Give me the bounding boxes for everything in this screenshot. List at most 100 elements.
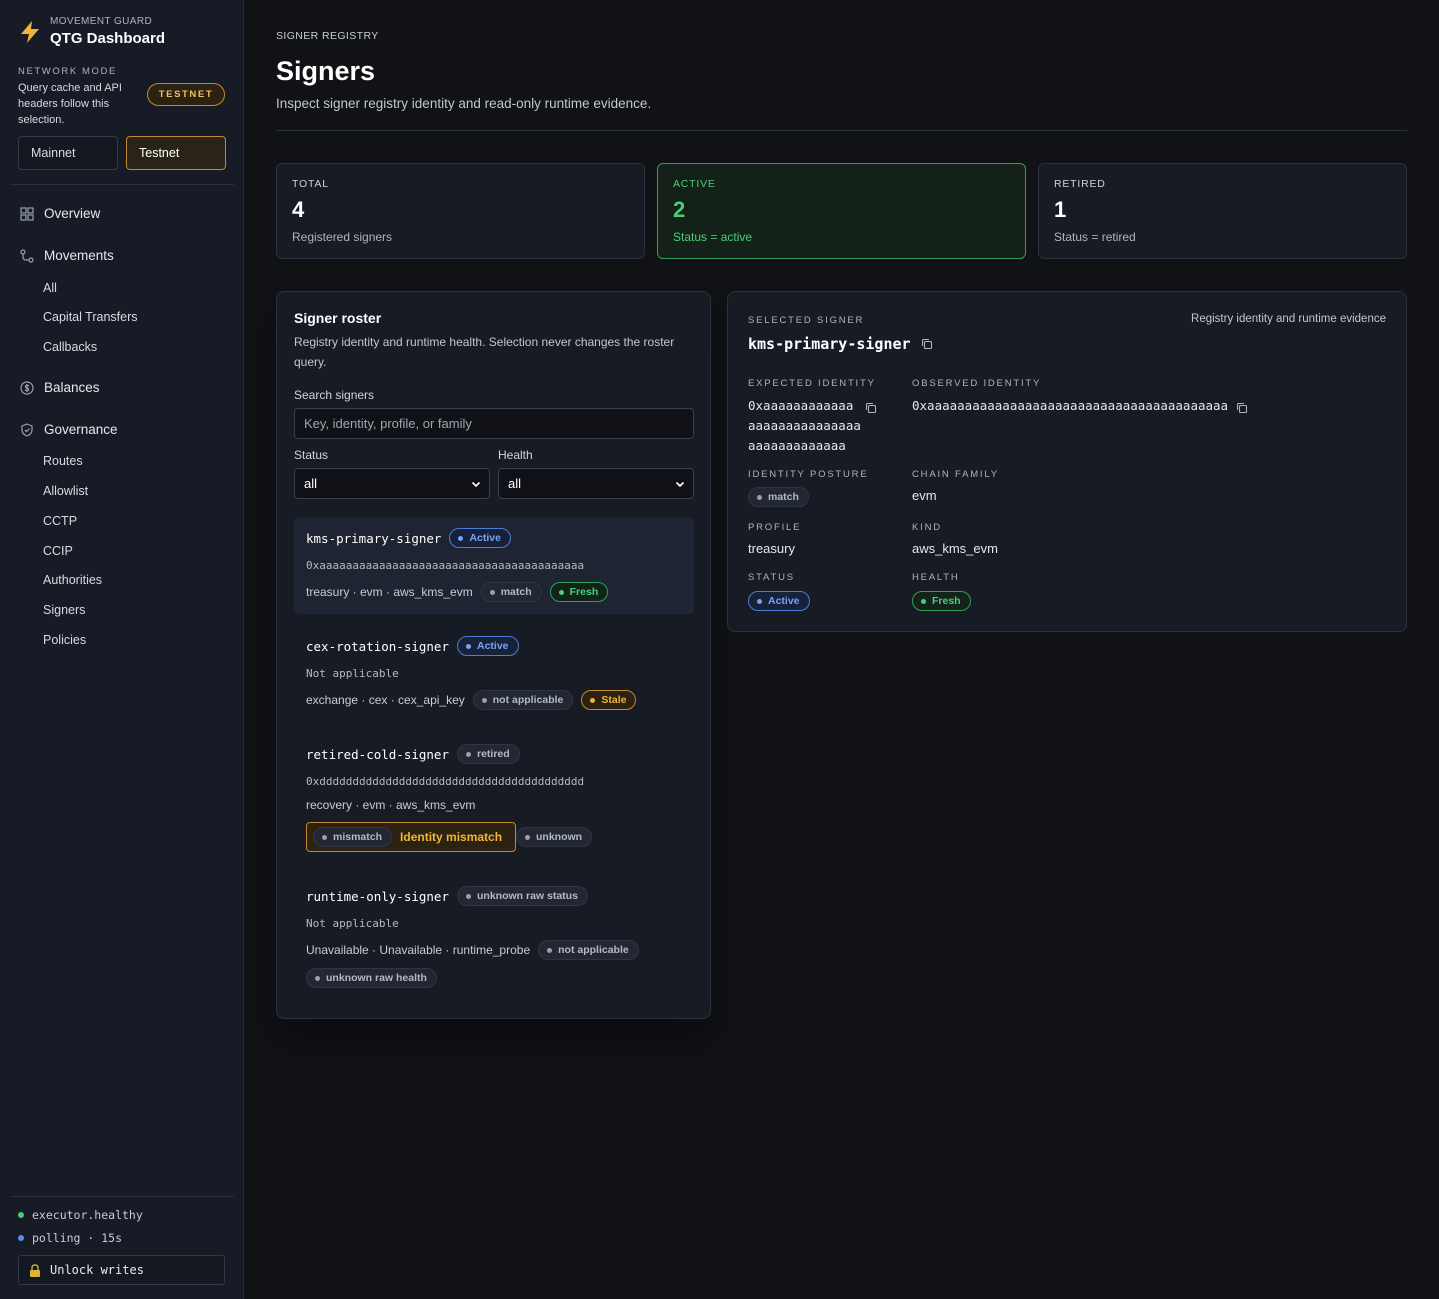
signer-roster-panel: Signer roster Registry identity and runt… (276, 291, 711, 1019)
copy-icon[interactable] (1236, 402, 1248, 414)
posture-badge: not applicable (472, 690, 574, 710)
stat-active-label: ACTIVE (673, 178, 716, 190)
selected-signer-note: Registry identity and runtime evidence (1191, 313, 1386, 325)
unlock-writes-button[interactable]: Unlock writes (18, 1255, 225, 1285)
page-title: Signers (276, 56, 376, 86)
status-badge: retired (457, 744, 520, 764)
status-badge: unknown raw status (457, 886, 588, 906)
nav-policies[interactable]: Policies (43, 633, 86, 647)
current-network-badge: TESTNET (147, 83, 225, 106)
health-badge-text: Fresh (932, 595, 961, 607)
nav-movements-all[interactable]: All (43, 281, 57, 295)
nav-authorities[interactable]: Authorities (43, 573, 102, 587)
signer-meta: exchange · cex · cex_api_key not applica… (306, 690, 637, 710)
expected-identity-value: 0xaaaaaaaaaaaa aaaaaaaaaaaaaaa aaaaaaaaa… (748, 396, 861, 456)
sidebar-footer-divider (10, 1196, 234, 1197)
signer-meta-text: exchange · cex · cex_api_key (306, 693, 465, 707)
route-icon (20, 248, 34, 263)
signer-meta: Unavailable · Unavailable · runtime_prob… (306, 940, 639, 960)
copy-icon[interactable] (921, 338, 933, 350)
nav-callbacks[interactable]: Callbacks (43, 340, 97, 354)
health-badge: Fresh (549, 582, 609, 602)
posture-badge-text: not applicable (558, 944, 629, 956)
health-badge-text: unknown raw health (326, 972, 427, 984)
signer-name: cex-rotation-signer Active (306, 636, 519, 656)
health-filter-value: all (508, 476, 522, 491)
lightning-bolt-icon (21, 20, 39, 43)
profile-label: PROFILE (748, 522, 802, 533)
network-mode-description: Query cache and API headers follow this … (18, 82, 122, 126)
signer-meta-text: Unavailable · Unavailable · runtime_prob… (306, 943, 531, 957)
profile-value: treasury (748, 541, 795, 556)
posture-badge-text: match (500, 586, 532, 598)
identity-mismatch-text: Identity mismatch (400, 830, 503, 844)
status-label: STATUS (748, 572, 795, 583)
stat-total-label: TOTAL (292, 178, 329, 190)
brand[interactable]: MOVEMENT GUARD QTG Dashboard (18, 16, 165, 47)
nav-movements[interactable]: Movements (20, 248, 114, 263)
polling-text: polling · 15s (32, 1231, 123, 1245)
posture-badge: not applicable (538, 940, 639, 960)
posture-badge-text: not applicable (492, 694, 564, 706)
posture-badge: mismatch (313, 827, 393, 847)
mainnet-button[interactable]: Mainnet (18, 136, 118, 170)
status-badge-text: Active (469, 532, 501, 544)
testnet-button[interactable]: Testnet (126, 136, 226, 170)
signer-meta-text: treasury · evm · aws_kms_evm (306, 585, 473, 599)
search-input[interactable] (294, 408, 694, 439)
expected-identity-line: aaaaaaaaaaaaaaa (748, 418, 861, 433)
health-badge: Fresh (912, 591, 971, 611)
nav-routes[interactable]: Routes (43, 454, 83, 468)
status-dot (18, 1212, 24, 1218)
roster-title: Signer roster (294, 310, 382, 326)
roster-description: Registry identity and runtime health. Se… (294, 335, 675, 369)
stat-retired-desc: Status = retired (1054, 230, 1136, 244)
brand-eyebrow: MOVEMENT GUARD (50, 16, 153, 27)
chevron-down-icon (471, 481, 481, 487)
observed-identity-label: OBSERVED IDENTITY (912, 378, 1042, 389)
polling-status: polling · 15s (18, 1231, 122, 1245)
network-mode: NETWORK MODE Query cache and API headers… (18, 66, 225, 128)
executor-status-text: executor.healthy (32, 1208, 143, 1222)
observed-identity-value: 0xaaaaaaaaaaaaaaaaaaaaaaaaaaaaaaaaaaaaaa… (912, 398, 1229, 413)
coin-icon (20, 380, 34, 395)
copy-icon[interactable] (865, 402, 877, 414)
signer-name-text: cex-rotation-signer (306, 638, 449, 654)
signer-name-text: retired-cold-signer (306, 746, 449, 762)
stat-retired-value: 1 (1054, 197, 1067, 222)
status-filter-select[interactable]: all (294, 468, 490, 499)
unlock-writes-label: Unlock writes (50, 1263, 144, 1277)
signer-row-cex-rotation[interactable]: cex-rotation-signer Active Not applicabl… (294, 625, 694, 715)
health-filter-select[interactable]: all (498, 468, 694, 499)
stat-active-desc: Status = active (673, 230, 753, 244)
signer-meta-text: recovery · evm · aws_kms_evm (306, 798, 476, 812)
nav-overview[interactable]: Overview (20, 206, 100, 221)
signer-row-kms-primary[interactable]: kms-primary-signer Active 0xaaaaaaaaaaaa… (294, 517, 694, 614)
nav-capital-transfers[interactable]: Capital Transfers (43, 310, 137, 324)
health-badge: Stale (581, 690, 637, 710)
health-badge: unknown raw health (306, 968, 437, 988)
signer-name-text: kms-primary-signer (306, 530, 442, 546)
shield-icon (21, 422, 33, 437)
signer-meta: treasury · evm · aws_kms_evm match Fresh (306, 582, 609, 602)
nav-allowlist[interactable]: Allowlist (43, 484, 88, 498)
nav-cctp[interactable]: CCTP (43, 514, 77, 528)
status-filter-value: all (304, 476, 318, 491)
nav-balances-label: Balances (44, 380, 100, 395)
status-badge-text: unknown raw status (477, 890, 578, 902)
signer-identity: 0xdddddddddddddddddddddddddddddddddddddd… (306, 775, 585, 788)
nav-balances[interactable]: Balances (20, 380, 100, 395)
grid-icon (20, 206, 34, 221)
signer-identity: Not applicable (306, 917, 399, 930)
expected-identity-label: EXPECTED IDENTITY (748, 378, 876, 389)
nav-ccip[interactable]: CCIP (43, 544, 73, 558)
stat-card-active: ACTIVE 2 Status = active (657, 163, 1026, 259)
chevron-down-icon (675, 481, 685, 487)
health-badge-text: Fresh (569, 586, 599, 598)
identity-posture-text: match (768, 491, 799, 503)
sidebar: MOVEMENT GUARD QTG Dashboard NETWORK MOD… (0, 0, 244, 1299)
identity-mismatch-alert: mismatch Identity mismatch (306, 822, 516, 852)
nav-governance[interactable]: Governance (20, 422, 118, 437)
lock-icon (30, 1263, 40, 1277)
nav-signers[interactable]: Signers (43, 603, 85, 617)
